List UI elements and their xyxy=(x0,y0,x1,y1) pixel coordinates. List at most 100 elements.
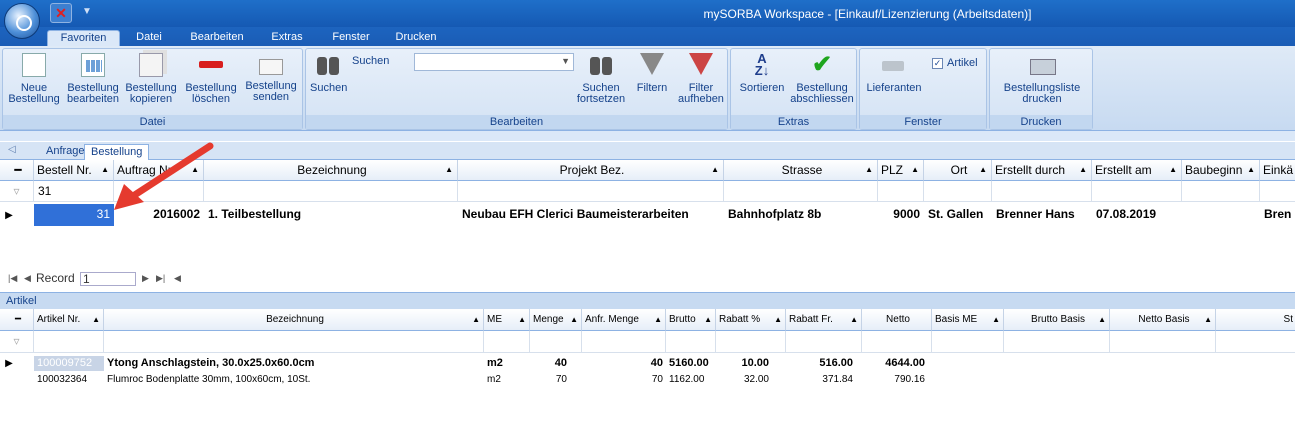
col-rabatt-prozent[interactable]: Rabatt % ▲ xyxy=(716,309,786,331)
cell-rabatt-fr[interactable]: 371.84 xyxy=(786,372,856,387)
filter-cell[interactable] xyxy=(582,331,666,353)
col-strasse[interactable]: Strasse ▲ xyxy=(724,160,878,181)
table-row[interactable]: ▶ 100009752 Ytong Anschlagstein, 30.0x25… xyxy=(0,356,1295,371)
cell-artikel-nr[interactable]: 100032364 xyxy=(34,372,104,387)
cell-me[interactable]: m2 xyxy=(484,372,530,387)
search-input[interactable]: ▼ xyxy=(414,53,574,71)
tab-anfrage[interactable]: Anfrage xyxy=(40,144,91,160)
tab-bestellung[interactable]: Bestellung xyxy=(84,144,150,160)
filter-cell[interactable] xyxy=(1260,181,1295,202)
tab-bearbeiten[interactable]: Bearbeiten xyxy=(182,30,252,46)
cell-rabatt-prozent[interactable]: 10.00 xyxy=(716,356,772,371)
table-row[interactable]: ▶ 31 2016002 1. Teilbestellung Neubau EF… xyxy=(0,204,1295,226)
quick-access-dropdown-icon[interactable]: ▼ xyxy=(82,6,92,17)
record-number-input[interactable]: 1 xyxy=(80,272,136,286)
tab-extras[interactable]: Extras xyxy=(264,30,310,46)
chevron-left-icon[interactable]: ◁ xyxy=(8,144,16,155)
col-erstellt-am[interactable]: Erstellt am ▲ xyxy=(1092,160,1182,181)
col-plz[interactable]: PLZ ▲ xyxy=(878,160,924,181)
next-record-icon[interactable]: ▶ xyxy=(142,270,149,287)
col-brutto[interactable]: Brutto ▲ xyxy=(666,309,716,331)
filter-aufheben-button[interactable]: Filter aufheben xyxy=(676,51,726,105)
col-netto-basis[interactable]: Netto Basis ▲ xyxy=(1110,309,1216,331)
filter-cell[interactable] xyxy=(114,181,204,202)
filter-cell[interactable] xyxy=(1092,181,1182,202)
bestellung-kopieren-button[interactable]: Bestellung kopieren xyxy=(123,51,179,105)
cell-plz[interactable]: 9000 xyxy=(878,204,924,226)
table-row[interactable]: 100032364 Flumroc Bodenplatte 30mm, 100x… xyxy=(0,372,1295,387)
col-bezeichnung[interactable]: Bezeichnung ▲ xyxy=(104,309,484,331)
col-netto[interactable]: Netto xyxy=(862,309,932,331)
bestellung-senden-button[interactable]: Bestellung senden xyxy=(243,51,299,103)
sortieren-button[interactable]: A Z↓ Sortieren xyxy=(735,51,789,94)
filtern-button[interactable]: Filtern xyxy=(631,51,673,94)
neue-bestellung-button[interactable]: Neue Bestellung xyxy=(7,51,61,105)
cell-auftrag-nr[interactable]: 2016002 xyxy=(114,204,204,226)
col-einkauf[interactable]: Einkä xyxy=(1260,160,1295,181)
col-menge[interactable]: Menge ▲ xyxy=(530,309,582,331)
cell-anfr-menge[interactable]: 40 xyxy=(582,356,666,371)
tab-drucken[interactable]: Drucken xyxy=(390,30,442,46)
suchen-fortsetzen-button[interactable]: Suchen fortsetzen xyxy=(574,51,628,105)
col-anfr-menge[interactable]: Anfr. Menge ▲ xyxy=(582,309,666,331)
cell-projekt-bez[interactable]: Neubau EFH Clerici Baumeisterarbeiten xyxy=(458,204,724,226)
col-st[interactable]: St xyxy=(1216,309,1295,331)
col-projekt-bez[interactable]: Projekt Bez. ▲ xyxy=(458,160,724,181)
cell-brutto[interactable]: 5160.00 xyxy=(666,356,716,371)
bestellung-bearbeiten-button[interactable]: Bestellung bearbeiten xyxy=(65,51,121,105)
filter-cell[interactable] xyxy=(932,331,1004,353)
filter-cell[interactable] xyxy=(862,331,932,353)
filter-cell[interactable] xyxy=(878,181,924,202)
scroll-left-icon[interactable]: ◀ xyxy=(174,270,181,287)
filter-cell[interactable] xyxy=(1110,331,1216,353)
col-rabatt-fr[interactable]: Rabatt Fr. ▲ xyxy=(786,309,862,331)
filter-cell[interactable] xyxy=(204,181,458,202)
filter-bestell-nr[interactable]: 31 xyxy=(34,181,114,202)
suchen-button[interactable]: Suchen xyxy=(310,51,347,94)
checkbox-checked-icon[interactable]: ✓ xyxy=(932,57,943,69)
filter-cell[interactable] xyxy=(666,331,716,353)
bestellung-loeschen-button[interactable]: Bestellung löschen xyxy=(183,51,239,105)
prev-record-icon[interactable]: ◀ xyxy=(24,270,31,287)
filter-cell[interactable] xyxy=(458,181,724,202)
cell-netto[interactable]: 790.16 xyxy=(862,372,928,387)
filter-cell[interactable] xyxy=(924,181,992,202)
col-brutto-basis[interactable]: Brutto Basis ▲ xyxy=(1004,309,1110,331)
cell-strasse[interactable]: Bahnhofplatz 8b xyxy=(724,204,878,226)
filter-cell[interactable] xyxy=(724,181,878,202)
col-baubeginn[interactable]: Baubeginn ▲ xyxy=(1182,160,1260,181)
filter-cell[interactable] xyxy=(716,331,786,353)
col-basis-me[interactable]: Basis ME ▲ xyxy=(932,309,1004,331)
filter-cell[interactable] xyxy=(104,331,484,353)
bestellungsliste-drucken-button[interactable]: Bestellungsliste drucken xyxy=(994,51,1090,105)
cell-erstellt-am[interactable]: 07.08.2019 xyxy=(1092,204,1182,226)
cell-erstellt-durch[interactable]: Brenner Hans xyxy=(992,204,1092,226)
chevron-down-icon[interactable]: ▼ xyxy=(561,56,570,66)
col-bezeichnung[interactable]: Bezeichnung ▲ xyxy=(204,160,458,181)
tab-datei[interactable]: Datei xyxy=(126,30,172,46)
cell-rabatt-fr[interactable]: 516.00 xyxy=(786,356,856,371)
artikel-checkbox[interactable]: ✓ Artikel xyxy=(932,57,978,69)
cell-einkauf[interactable]: Bren xyxy=(1260,204,1295,226)
cell-bezeichnung[interactable]: Flumroc Bodenplatte 30mm, 100x60cm, 10St… xyxy=(104,372,484,387)
col-artikel-nr[interactable]: Artikel Nr. ▲ xyxy=(34,309,104,331)
collapse-icon[interactable]: ━ xyxy=(0,160,34,181)
col-erstellt-durch[interactable]: Erstellt durch ▲ xyxy=(992,160,1092,181)
tab-favoriten[interactable]: Favoriten xyxy=(47,30,120,46)
lieferanten-button[interactable]: Lieferanten xyxy=(864,51,924,94)
cell-netto[interactable]: 4644.00 xyxy=(862,356,928,371)
filter-cell[interactable] xyxy=(992,181,1092,202)
col-me[interactable]: ME ▲ xyxy=(484,309,530,331)
cell-menge[interactable]: 40 xyxy=(530,356,570,371)
bestellung-abschliessen-button[interactable]: ✔ Bestellung abschliessen xyxy=(789,51,855,105)
application-menu-button[interactable] xyxy=(4,3,40,39)
cell-ort[interactable]: St. Gallen xyxy=(924,204,992,226)
cell-rabatt-prozent[interactable]: 32.00 xyxy=(716,372,772,387)
col-bestell-nr[interactable]: Bestell Nr. ▲ xyxy=(34,160,114,181)
cell-brutto[interactable]: 1162.00 xyxy=(666,372,716,387)
cell-anfr-menge[interactable]: 70 xyxy=(582,372,666,387)
tab-fenster[interactable]: Fenster xyxy=(322,30,380,46)
last-record-icon[interactable]: ▶| xyxy=(156,270,165,287)
filter-cell[interactable] xyxy=(34,331,104,353)
cell-bezeichnung[interactable]: Ytong Anschlagstein, 30.0x25.0x60.0cm xyxy=(104,356,484,371)
